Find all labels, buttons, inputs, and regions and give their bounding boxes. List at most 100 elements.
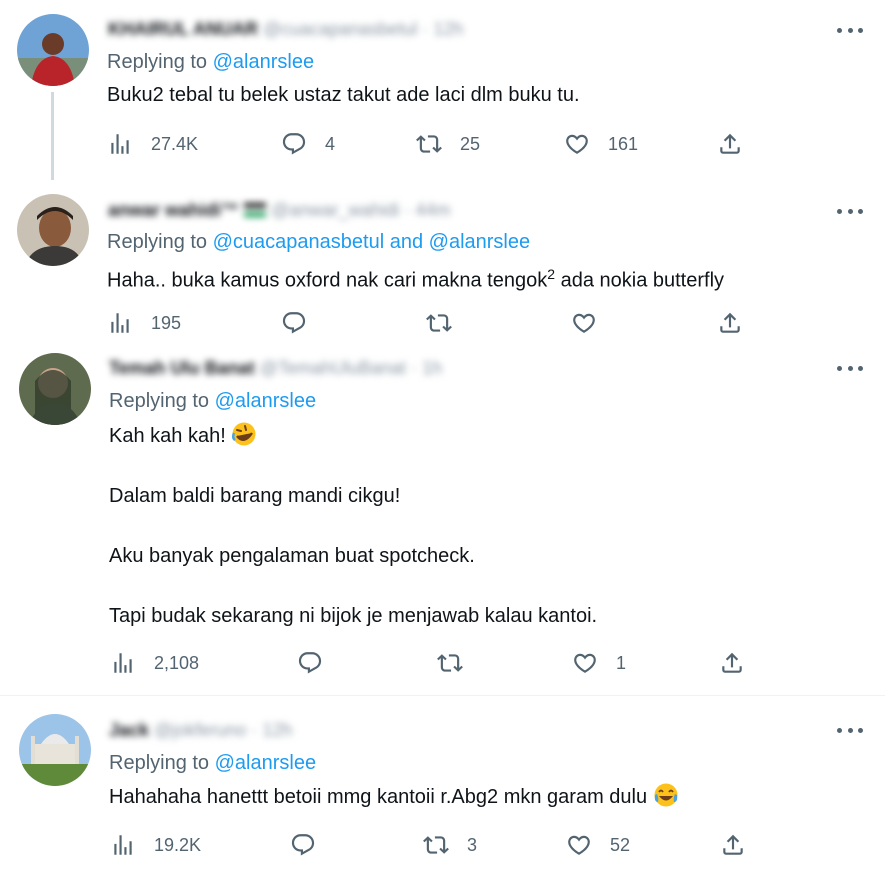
tweet-time[interactable]: · 44m <box>404 200 450 221</box>
share-button[interactable] <box>717 308 743 338</box>
like-count: 1 <box>616 652 627 673</box>
replying-to-line: Replying to @alanrslee <box>107 51 314 74</box>
reply-tweet-2[interactable]: anwar wahidi™ @anwar_wahidi · 44m Replyi… <box>0 180 885 340</box>
heart-icon <box>571 310 597 336</box>
tweet-text: Kah kah kah! Dalam baldi barang mandi ci… <box>109 421 597 631</box>
avatar[interactable] <box>17 14 89 86</box>
replying-to-line: Replying to @cuacapanasbetul and @alanrs… <box>107 231 530 254</box>
author-name[interactable]: Temah Ulu Banat <box>109 358 255 379</box>
text-part: ada nokia butterfly <box>555 269 725 292</box>
author-handle[interactable]: @cuacapanasbetul <box>263 19 417 40</box>
more-dots-icon[interactable] <box>837 363 863 373</box>
replying-to-line: Replying to @alanrslee <box>109 390 316 413</box>
tweet-text-line: Haha.. buka kamus oxford nak cari makna … <box>107 259 724 296</box>
retweet-count: 25 <box>460 133 481 154</box>
tweet-time[interactable]: · 12h <box>251 720 292 741</box>
retweet-button[interactable] <box>426 308 452 338</box>
like-button[interactable]: 161 <box>564 129 638 159</box>
speech-bubble-icon <box>290 832 316 858</box>
author-name[interactable]: Jack <box>109 720 149 741</box>
reply-tweet-3[interactable]: Temah Ulu Banat @TemahUluBanat · 1h Repl… <box>0 340 885 695</box>
author-name[interactable]: anwar wahidi™ <box>108 200 239 221</box>
share-upload-icon <box>720 832 746 858</box>
share-button[interactable] <box>717 129 743 159</box>
tweet-header[interactable]: KHAIRUL ANUAR @cuacapanasbetul · 12h <box>108 15 463 43</box>
tweet-header[interactable]: anwar wahidi™ @anwar_wahidi · 44m <box>108 196 450 224</box>
avatar[interactable] <box>19 714 91 786</box>
reply-button[interactable] <box>281 308 307 338</box>
like-button[interactable] <box>571 308 597 338</box>
share-button[interactable] <box>720 830 746 860</box>
bar-chart-icon <box>110 832 136 858</box>
action-bar: 2,108 1 <box>0 648 885 678</box>
like-button[interactable]: 52 <box>566 830 630 860</box>
superscript: 2 <box>547 266 556 282</box>
retweet-button[interactable] <box>437 648 463 678</box>
author-handle[interactable]: @jokferuno <box>154 720 246 741</box>
reply-tweet-1[interactable]: KHAIRUL ANUAR @cuacapanasbetul · 12h Rep… <box>0 0 885 180</box>
author-name[interactable]: KHAIRUL ANUAR <box>108 19 258 40</box>
tweet-text-line: Aku banyak pengalaman buat spotcheck. <box>109 545 475 567</box>
mention-link[interactable]: @alanrslee <box>213 51 314 73</box>
tweet-text-line: Dalam baldi barang mandi cikgu! <box>109 485 401 507</box>
author-handle[interactable]: @TemahUluBanat <box>260 358 406 379</box>
mention-link[interactable]: @cuacapanasbetul <box>213 231 385 253</box>
views-count: 195 <box>151 312 182 333</box>
tweet-text-line: Hahahaha hanettt betoii mmg kantoii r.Ab… <box>109 782 679 812</box>
share-button[interactable] <box>719 648 745 678</box>
avatar[interactable] <box>19 353 91 425</box>
reply-button[interactable]: 4 <box>281 129 335 159</box>
tweet-header[interactable]: Temah Ulu Banat @TemahUluBanat · 1h <box>109 354 442 382</box>
tweet-text-blank <box>109 511 597 541</box>
share-upload-icon <box>717 310 743 336</box>
more-dots-icon[interactable] <box>837 206 863 216</box>
more-dots-icon[interactable] <box>837 25 863 35</box>
views-button[interactable]: 27.4K <box>107 129 198 159</box>
heart-icon <box>572 650 598 676</box>
bar-chart-icon <box>107 310 133 336</box>
views-button[interactable]: 19.2K <box>110 830 201 860</box>
tweet-time[interactable]: · 12h <box>422 19 463 40</box>
text-part: Kah kah kah! <box>109 425 226 447</box>
reply-tweet-4[interactable]: Jack @jokferuno · 12h Replying to @alanr… <box>0 696 885 873</box>
mention-link[interactable]: @alanrslee <box>215 752 316 774</box>
bar-chart-icon <box>107 131 133 157</box>
text-part: Hahahaha hanettt betoii mmg kantoii r.Ab… <box>109 786 648 808</box>
tweet-time[interactable]: · 1h <box>411 358 442 379</box>
tweet-header[interactable]: Jack @jokferuno · 12h <box>109 716 292 744</box>
like-button[interactable]: 1 <box>572 648 626 678</box>
mention-link[interactable]: @alanrslee <box>429 231 530 253</box>
retweet-icon <box>423 832 449 858</box>
heart-icon <box>566 832 592 858</box>
reply-button[interactable] <box>297 648 323 678</box>
mention-link[interactable]: @alanrslee <box>215 390 316 412</box>
tweet-text-blank <box>109 571 597 601</box>
replying-to-label: Replying to <box>109 390 210 412</box>
bar-chart-icon <box>110 650 136 676</box>
more-dots-icon[interactable] <box>837 725 863 735</box>
tweet-text: Hahahaha hanettt betoii mmg kantoii r.Ab… <box>109 782 679 812</box>
retweet-button[interactable]: 3 <box>423 830 477 860</box>
reply-button[interactable] <box>290 830 316 860</box>
replying-to-label: Replying to <box>109 752 210 774</box>
views-button[interactable]: 195 <box>107 308 181 338</box>
views-button[interactable]: 2,108 <box>110 648 199 678</box>
retweet-count: 3 <box>467 834 478 855</box>
speech-bubble-icon <box>281 131 307 157</box>
retweet-icon <box>437 650 463 676</box>
avatar[interactable] <box>17 194 89 266</box>
tweet-text: Buku2 tebal tu belek ustaz takut ade lac… <box>107 80 580 110</box>
tweet-text: Haha.. buka kamus oxford nak cari makna … <box>107 259 724 296</box>
retweet-icon <box>426 310 452 336</box>
tweet-text-line: Tapi budak sekarang ni bijok je menjawab… <box>109 605 598 627</box>
text-part: Haha.. buka kamus oxford nak cari makna … <box>107 269 548 292</box>
replying-to-line: Replying to @alanrslee <box>109 752 316 775</box>
flag-emoji-icon <box>244 203 267 217</box>
rolling-laughing-emoji-icon <box>232 422 256 446</box>
tweet-text-line: Kah kah kah! <box>109 421 597 451</box>
tweet-text-blank <box>109 451 597 481</box>
action-bar: 27.4K 4 25 161 <box>0 129 885 159</box>
replying-to-label: Replying to <box>107 231 208 253</box>
retweet-button[interactable]: 25 <box>416 129 480 159</box>
author-handle[interactable]: @anwar_wahidi <box>271 200 399 221</box>
